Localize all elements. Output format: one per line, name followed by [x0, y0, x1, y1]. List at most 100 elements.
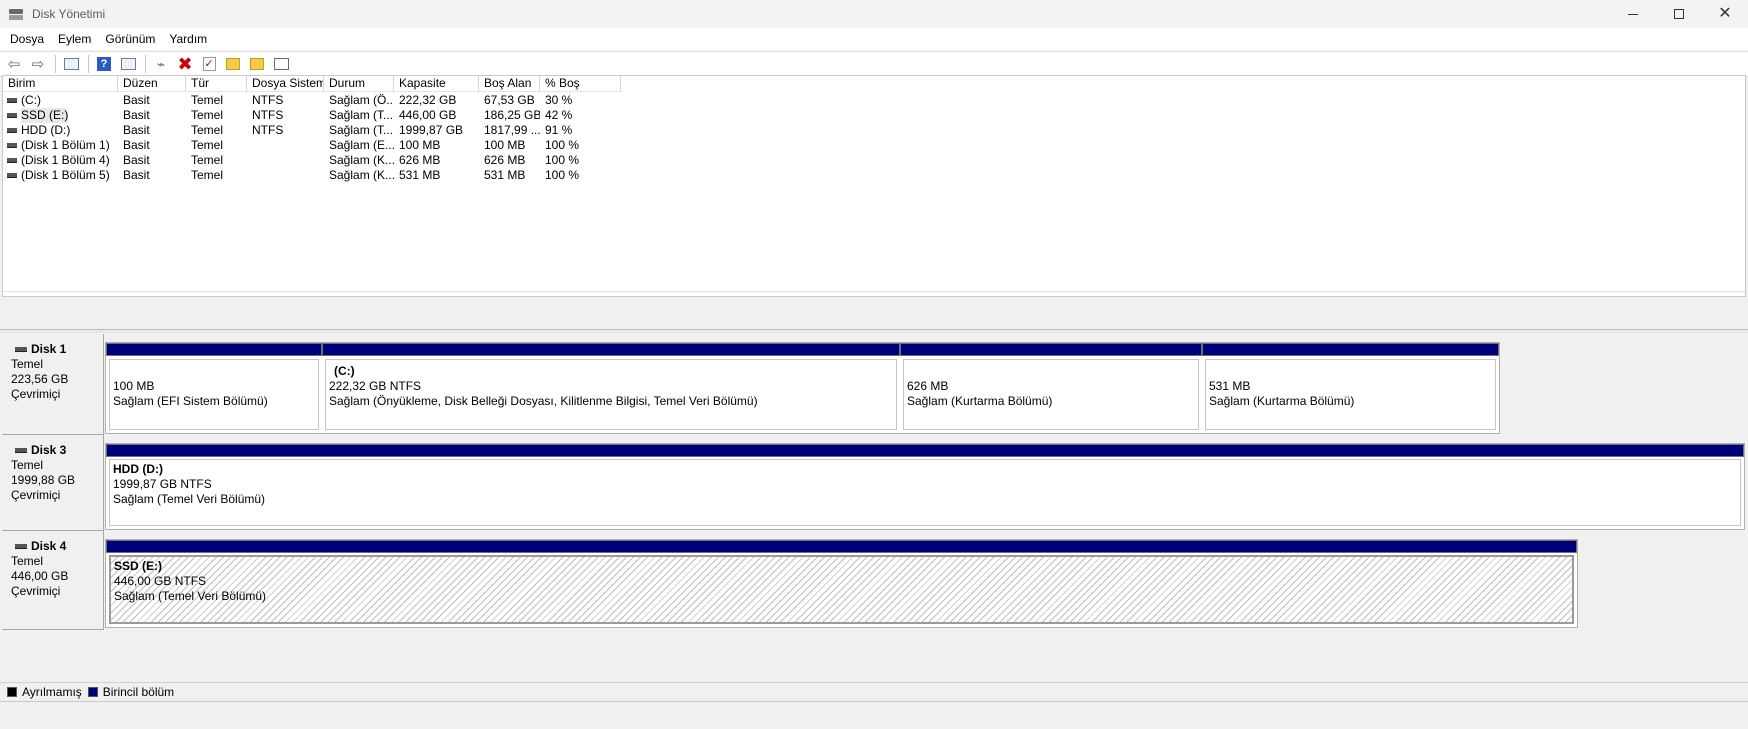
window-title: Disk Yönetimi [32, 7, 106, 21]
table-row[interactable]: (Disk 1 Bölüm 1) Basit Temel Sağlam (E..… [3, 138, 621, 153]
partition-title [907, 364, 1198, 379]
legend-label-unallocated: Ayrılmamış [22, 684, 82, 699]
partition[interactable]: 626 MB Sağlam (Kurtarma Bölümü) [900, 343, 1202, 433]
volume-name: (Disk 1 Bölüm 4) [21, 153, 110, 167]
help-button[interactable]: ? [94, 54, 114, 74]
properties-button[interactable] [271, 54, 291, 74]
capacity-cell: 100 MB [399, 138, 441, 152]
partition[interactable]: (C:) 222,32 GB NTFS Sağlam (Önyükleme, D… [322, 343, 900, 433]
disk-management-app-icon [8, 6, 24, 22]
forward-button[interactable]: ⇨ [28, 54, 48, 74]
capacity-cell: 531 MB [399, 168, 441, 182]
disk-name-label: Disk 4 [31, 539, 67, 553]
column-header-kapasite[interactable]: Kapasite [394, 76, 479, 92]
disk-status: Çevrimiçi [11, 488, 61, 502]
percent-free-cell: 100 % [545, 153, 580, 167]
partition-bar [106, 343, 322, 356]
column-header-durum[interactable]: Durum [324, 76, 394, 92]
back-arrow-icon: ⇦ [7, 56, 21, 73]
volume-icon [7, 173, 17, 178]
volume-icon [7, 128, 17, 133]
minimize-icon [1628, 13, 1638, 15]
partition-bar [1202, 343, 1499, 356]
connect-button[interactable]: ⌁ [151, 54, 171, 74]
column-header-birim[interactable]: Birim [3, 76, 118, 92]
type-cell: Temel [191, 138, 224, 152]
status-cell: Sağlam (Ö... [329, 93, 394, 107]
type-cell: Temel [191, 93, 224, 107]
partition[interactable]: 531 MB Sağlam (Kurtarma Bölümü) [1202, 343, 1499, 433]
table-row[interactable]: (C:) Basit Temel NTFS Sağlam (Ö... 222,3… [3, 93, 621, 108]
maximize-button[interactable] [1656, 0, 1702, 28]
partition[interactable]: 100 MB Sağlam (EFI Sistem Bölümü) [106, 343, 322, 433]
partition-selected[interactable]: SSD (E:) 446,00 GB NTFS Sağlam (Temel Ve… [106, 540, 1577, 627]
disk-info-panel[interactable]: Disk 1 Temel 223,56 GB Çevrimiçi [2, 334, 104, 435]
view-icon [120, 58, 136, 70]
volume-list[interactable]: Birim Düzen Tür Dosya Sistemi Durum Kapa… [2, 75, 1746, 297]
pane-splitter[interactable] [0, 329, 1748, 333]
partition-size: 1999,87 GB NTFS [113, 477, 212, 491]
menu-yardim[interactable]: Yardım [162, 28, 214, 50]
partition-size: 100 MB [113, 379, 155, 393]
partition[interactable]: HDD (D:) 1999,87 GB NTFS Sağlam (Temel V… [106, 444, 1744, 529]
disk-info-panel[interactable]: Disk 3 Temel 1999,88 GB Çevrimiçi [2, 435, 104, 531]
legend-swatch-unallocated [7, 686, 17, 697]
type-cell: Temel [191, 168, 224, 182]
table-row[interactable]: SSD (E:) Basit Temel NTFS Sağlam (T... 4… [3, 108, 621, 123]
volume-cell: (Disk 1 Bölüm 4) [3, 153, 118, 168]
partition-status: Sağlam (Kurtarma Bölümü) [1209, 394, 1355, 408]
partition-bar [900, 343, 1202, 356]
disk-management-window: Disk Yönetimi ✕ Dosya Eylem Görünüm Yard… [0, 0, 1748, 729]
folder-search-button[interactable] [247, 54, 267, 74]
table-row[interactable]: (Disk 1 Bölüm 5) Basit Temel Sağlam (K..… [3, 168, 621, 183]
legend: Ayrılmamış Birincil bölüm [0, 682, 1748, 700]
title-bar: Disk Yönetimi ✕ [0, 0, 1748, 28]
delete-button[interactable]: ✖ [175, 54, 195, 74]
column-header-bos-alan[interactable]: Boş Alan [479, 76, 540, 92]
percent-free-cell: 30 % [545, 93, 573, 107]
capacity-cell: 222,32 GB [399, 93, 457, 107]
disk-status: Çevrimiçi [11, 387, 61, 401]
connect-icon: ⌁ [156, 55, 166, 72]
capacity-cell: 1999,87 GB [399, 123, 464, 137]
disk-name: Disk 1 [11, 342, 103, 357]
check-button[interactable]: ✓ [199, 54, 219, 74]
status-cell: Sağlam (K... [329, 153, 394, 167]
folder-up-icon [226, 58, 240, 70]
console-tree-icon [63, 58, 79, 70]
column-header-dosya-sistemi[interactable]: Dosya Sistemi [247, 76, 324, 92]
column-header-duzen[interactable]: Düzen [118, 76, 186, 92]
type-cell: Temel [191, 108, 224, 122]
partition-body: 531 MB Sağlam (Kurtarma Bölümü) [1205, 359, 1496, 430]
disk-info-panel[interactable]: Disk 4 Temel 446,00 GB Çevrimiçi [2, 531, 104, 630]
partition-title: SSD (E:) [114, 559, 162, 573]
partition-status: Sağlam (Kurtarma Bölümü) [907, 394, 1053, 408]
partition-size: 626 MB [907, 379, 949, 393]
table-row[interactable]: (Disk 1 Bölüm 4) Basit Temel Sağlam (K..… [3, 153, 621, 168]
menu-eylem[interactable]: Eylem [51, 28, 98, 50]
view-button[interactable] [118, 54, 138, 74]
type-cell: Temel [191, 153, 224, 167]
partition-strip: HDD (D:) 1999,87 GB NTFS Sağlam (Temel V… [105, 443, 1745, 530]
partition-size: 531 MB [1209, 379, 1251, 393]
layout-cell: Basit [123, 123, 150, 137]
check-icon: ✓ [202, 57, 216, 71]
filesystem-cell: NTFS [252, 108, 284, 122]
menu-gorunum[interactable]: Görünüm [98, 28, 162, 50]
toolbar-separator [55, 55, 56, 73]
volume-icon [7, 113, 17, 118]
table-row[interactable]: HDD (D:) Basit Temel NTFS Sağlam (T... 1… [3, 123, 621, 138]
free-space-cell: 67,53 GB [484, 93, 535, 107]
free-space-cell: 531 MB [484, 168, 526, 182]
folder-up-button[interactable] [223, 54, 243, 74]
close-button[interactable]: ✕ [1702, 0, 1748, 28]
console-tree-button[interactable] [61, 54, 81, 74]
filesystem-cell: NTFS [252, 93, 284, 107]
column-header-tur[interactable]: Tür [186, 76, 247, 92]
minimize-button[interactable] [1610, 0, 1656, 28]
partition-size: 446,00 GB NTFS [114, 574, 207, 588]
volume-icon [7, 98, 17, 103]
menu-dosya[interactable]: Dosya [3, 28, 51, 50]
column-header-yuzde-bos[interactable]: % Boş [540, 76, 621, 92]
back-button[interactable]: ⇦ [4, 54, 24, 74]
